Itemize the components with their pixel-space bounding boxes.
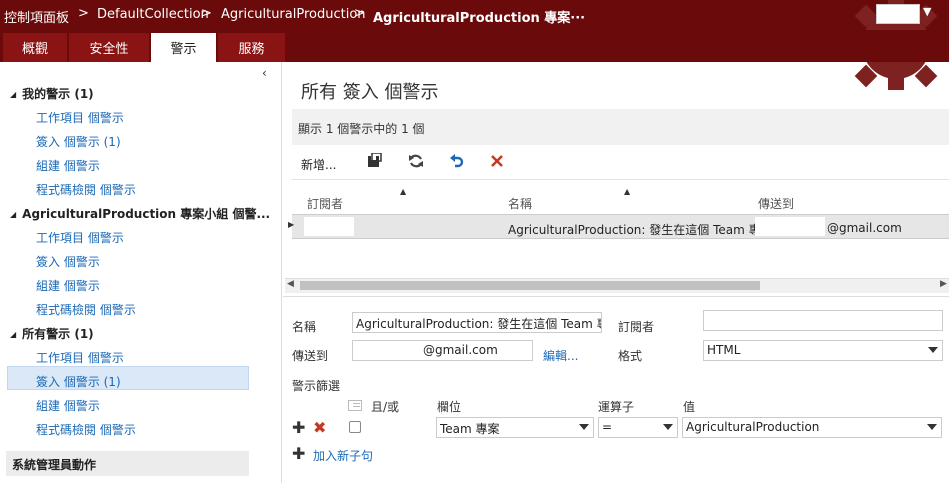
chevron-down-icon xyxy=(663,424,673,430)
undo-icon[interactable] xyxy=(449,153,465,169)
scroll-left-icon[interactable]: ◀ xyxy=(287,279,294,289)
divider xyxy=(283,296,949,297)
breadcrumb-team: AgriculturalProduction 專案··· xyxy=(373,11,586,26)
save-icon[interactable] xyxy=(366,153,382,169)
delete-icon[interactable] xyxy=(489,153,505,169)
chevron-down-icon xyxy=(928,347,938,353)
chevron-down-icon xyxy=(927,424,937,430)
row-indicator-icon: ▶ xyxy=(288,220,295,229)
clause-value-value: AgriculturalProduction xyxy=(686,420,820,434)
tab-services[interactable]: 服務 xyxy=(218,33,285,62)
row-subscriber-cell xyxy=(304,217,354,236)
nav-item-team-build-alerts[interactable]: 組建 個警示 xyxy=(36,277,100,294)
sort-ascending-icon: ▲ xyxy=(624,187,631,196)
subscriber-field[interactable] xyxy=(703,310,943,331)
clause-checkbox[interactable] xyxy=(349,421,361,433)
refresh-icon[interactable] xyxy=(408,153,424,169)
nav-item-all-checkin-alerts[interactable]: 簽入 個警示 (1) xyxy=(36,373,121,390)
nav-item-team-workitem-alerts[interactable]: 工作項目 個警示 xyxy=(36,229,124,246)
nav-item-all-build-alerts[interactable]: 組建 個警示 xyxy=(36,397,100,414)
nav-group-my-alerts[interactable]: ◢ 我的警示 (1) xyxy=(10,85,94,102)
expand-triangle-icon: ◢ xyxy=(10,90,17,99)
admin-actions-header[interactable]: 系統管理員動作 xyxy=(6,451,249,476)
app: 控制項面板 > DefaultCollection > Agricultural… xyxy=(0,0,949,483)
name-label: 名稱 xyxy=(292,320,317,334)
column-header-send-to[interactable]: 傳送到 xyxy=(758,195,794,212)
alert-count-text: 顯示 1 個警示中的 1 個 xyxy=(298,122,425,136)
nav-item-all-codereview-alerts[interactable]: 程式碼檢閱 個警示 xyxy=(36,421,136,438)
chevron-down-icon xyxy=(579,424,589,430)
nav-item-team-codereview-alerts[interactable]: 程式碼檢閱 個警示 xyxy=(36,301,136,318)
breadcrumb-separator: > xyxy=(78,6,89,21)
format-label: 格式 xyxy=(618,349,643,363)
operator-header: 運算子 xyxy=(598,400,635,414)
format-value: HTML xyxy=(707,343,741,357)
expand-triangle-icon: ◢ xyxy=(10,210,17,219)
scrollbar-thumb[interactable] xyxy=(300,281,760,290)
nav-group-all-alerts[interactable]: ◢ 所有警示 (1) xyxy=(10,325,94,342)
row-send-to-cell: @gmail.com xyxy=(827,221,902,235)
clause-field-select[interactable]: Team 專案 xyxy=(436,417,594,438)
toolbar xyxy=(292,146,949,180)
send-to-value: @gmail.com xyxy=(423,343,498,357)
tab-alerts[interactable]: 警示 xyxy=(151,33,216,62)
scroll-right-icon[interactable]: ▶ xyxy=(940,279,947,289)
field-header: 欄位 xyxy=(437,400,462,414)
send-to-field[interactable]: @gmail.com xyxy=(352,340,533,361)
clause-field-value: Team 專案 xyxy=(440,422,500,436)
nav-group-label: 我的警示 (1) xyxy=(22,87,94,101)
column-header-subscriber[interactable]: 訂閱者 xyxy=(307,195,343,212)
edit-link[interactable]: 編輯... xyxy=(543,347,578,364)
alert-filter-label: 警示篩選 xyxy=(292,379,341,393)
plus-icon[interactable]: ✚ xyxy=(292,444,305,463)
breadcrumb-collection[interactable]: DefaultCollection xyxy=(97,7,209,22)
breadcrumb-separator: > xyxy=(201,6,212,21)
name-field[interactable]: AgriculturalProduction: 發生在這個 Team 專案中 xyxy=(352,312,602,333)
delete-clause-icon[interactable]: ✖ xyxy=(313,418,326,437)
redacted-email-prefix xyxy=(755,217,825,236)
expand-triangle-icon: ◢ xyxy=(10,330,17,339)
send-to-label: 傳送到 xyxy=(292,349,329,363)
page-title: 所有 簽入 個警示 xyxy=(301,82,439,103)
breadcrumb-control-panel[interactable]: 控制項面板 xyxy=(4,7,69,26)
add-clause-link[interactable]: 加入新子句 xyxy=(313,447,373,464)
tab-overview[interactable]: 概觀 xyxy=(3,33,67,62)
new-alert-button[interactable]: 新增... xyxy=(301,156,336,173)
tab-security[interactable]: 安全性 xyxy=(69,33,149,62)
sort-ascending-icon: ▲ xyxy=(400,187,407,196)
nav-item-all-workitem-alerts[interactable]: 工作項目 個警示 xyxy=(36,349,124,366)
breadcrumb-project[interactable]: AgriculturalProduction xyxy=(221,7,366,22)
and-or-header: 且/或 xyxy=(371,400,400,414)
nav-item-my-build-alerts[interactable]: 組建 個警示 xyxy=(36,157,100,174)
format-select[interactable]: HTML xyxy=(703,340,943,361)
nav-group-team-alerts[interactable]: ◢ AgriculturalProduction 專案小組 個警... xyxy=(10,205,270,222)
nav-group-label: AgriculturalProduction 專案小組 個警... xyxy=(22,207,271,221)
clause-value-select[interactable]: AgriculturalProduction xyxy=(682,417,942,438)
nav-group-label: 所有警示 (1) xyxy=(22,327,94,341)
plus-icon[interactable]: ✚ xyxy=(292,418,305,437)
column-header-name[interactable]: 名稱 xyxy=(508,195,532,212)
collapse-pane-icon[interactable]: ‹ xyxy=(262,66,267,80)
breadcrumb-separator: > xyxy=(354,6,365,21)
row-name-cell: AgriculturalProduction: 發生在這個 Team 專... xyxy=(508,223,773,237)
nav-item-my-checkin-alerts[interactable]: 簽入 個警示 (1) xyxy=(36,133,121,150)
clause-operator-value: = xyxy=(602,420,613,434)
clause-operator-select[interactable]: = xyxy=(598,417,678,438)
value-header: 值 xyxy=(683,400,696,414)
nav-item-my-codereview-alerts[interactable]: 程式碼檢閱 個警示 xyxy=(36,181,136,198)
group-clauses-icon[interactable] xyxy=(348,400,362,411)
chevron-down-icon[interactable]: ▼ xyxy=(923,5,931,18)
nav-item-team-checkin-alerts[interactable]: 簽入 個警示 xyxy=(36,253,100,270)
user-menu[interactable] xyxy=(876,4,920,24)
nav-item-my-workitem-alerts[interactable]: 工作項目 個警示 xyxy=(36,109,124,126)
subscriber-label: 訂閱者 xyxy=(618,320,655,334)
